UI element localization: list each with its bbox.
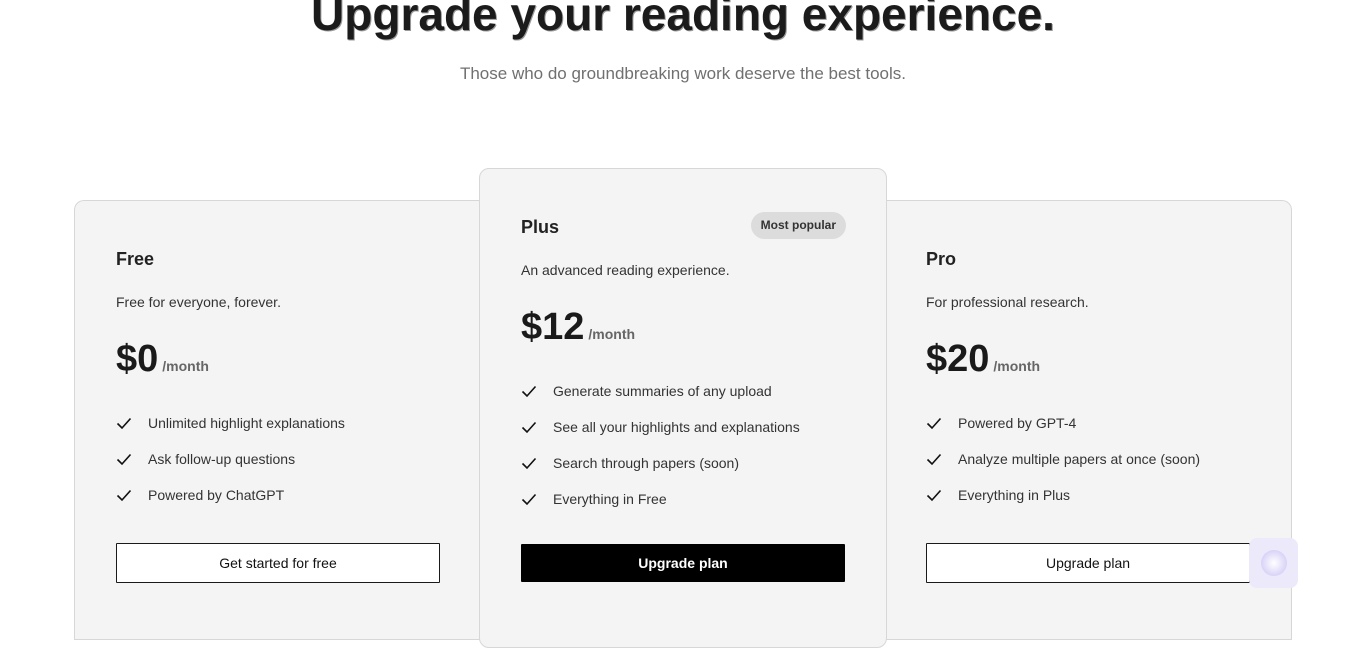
check-icon — [116, 417, 132, 430]
check-icon — [521, 421, 537, 434]
feature-list: Powered by GPT-4 Analyze multiple papers… — [926, 405, 1250, 513]
plan-name: Free — [116, 249, 155, 269]
check-icon — [521, 385, 537, 398]
check-icon — [926, 417, 942, 430]
price-amount: $20 — [926, 338, 990, 380]
check-icon — [926, 453, 942, 466]
feature-label: Powered by GPT-4 — [958, 415, 1077, 431]
upgrade-pro-button[interactable]: Upgrade plan — [926, 543, 1250, 583]
feature-item: Powered by ChatGPT — [116, 477, 440, 513]
plan-price: $20 /month — [926, 337, 1250, 381]
feature-label: Powered by ChatGPT — [148, 487, 285, 503]
feature-item: Unlimited highlight explanations — [116, 405, 440, 441]
page-title: Upgrade your reading experience. — [311, 0, 1055, 40]
feature-item: Everything in Free — [521, 481, 845, 517]
plan-name: Plus — [521, 217, 560, 237]
feature-item: See all your highlights and explanations — [521, 409, 845, 445]
price-period: /month — [162, 358, 209, 374]
feature-label: See all your highlights and explanations — [553, 419, 800, 435]
chat-widget-icon — [1260, 550, 1287, 576]
price-period: /month — [588, 326, 636, 342]
page-subtitle: Those who do groundbreaking work deserve… — [459, 64, 907, 83]
feature-item: Analyze multiple papers at once (soon) — [926, 441, 1250, 477]
price-amount: $12 — [521, 306, 585, 348]
feature-label: Generate summaries of any upload — [553, 383, 772, 399]
plan-price: $12 /month — [521, 305, 845, 349]
check-icon — [116, 489, 132, 502]
get-started-free-button[interactable]: Get started for free — [116, 543, 440, 583]
check-icon — [521, 493, 537, 506]
plan-card-plus: Most popular Plus An advanced reading ex… — [479, 168, 887, 648]
plan-card-free: Free Free for everyone, forever. $0 /mon… — [74, 200, 481, 640]
plan-name: Pro — [926, 249, 957, 269]
feature-label: Unlimited highlight explanations — [148, 415, 345, 431]
feature-label: Search through papers (soon) — [553, 455, 739, 471]
feature-label: Everything in Plus — [958, 487, 1071, 503]
feature-item: Search through papers (soon) — [521, 445, 845, 481]
check-icon — [926, 489, 942, 502]
check-icon — [116, 453, 132, 466]
plan-card-pro: Pro For professional research. $20 /mont… — [885, 200, 1292, 640]
plan-price: $0 /month — [116, 337, 440, 381]
feature-item: Ask follow-up questions — [116, 441, 440, 477]
plan-description: Free for everyone, forever. — [116, 294, 281, 310]
price-period: /month — [993, 358, 1041, 374]
feature-label: Analyze multiple papers at once (soon) — [958, 451, 1201, 467]
feature-item: Everything in Plus — [926, 477, 1250, 513]
feature-label: Everything in Free — [553, 491, 667, 507]
feature-label: Ask follow-up questions — [148, 451, 296, 467]
price-amount: $0 — [116, 338, 159, 380]
upgrade-plus-button[interactable]: Upgrade plan — [521, 544, 845, 582]
chat-widget-button[interactable] — [1249, 538, 1298, 588]
check-icon — [521, 457, 537, 470]
feature-list: Generate summaries of any upload See all… — [521, 373, 845, 517]
feature-item: Powered by GPT-4 — [926, 405, 1250, 441]
feature-list: Unlimited highlight explanations Ask fol… — [116, 405, 440, 513]
plan-description: For professional research. — [926, 294, 1089, 310]
feature-item: Generate summaries of any upload — [521, 373, 845, 409]
plan-description: An advanced reading experience. — [521, 262, 730, 278]
